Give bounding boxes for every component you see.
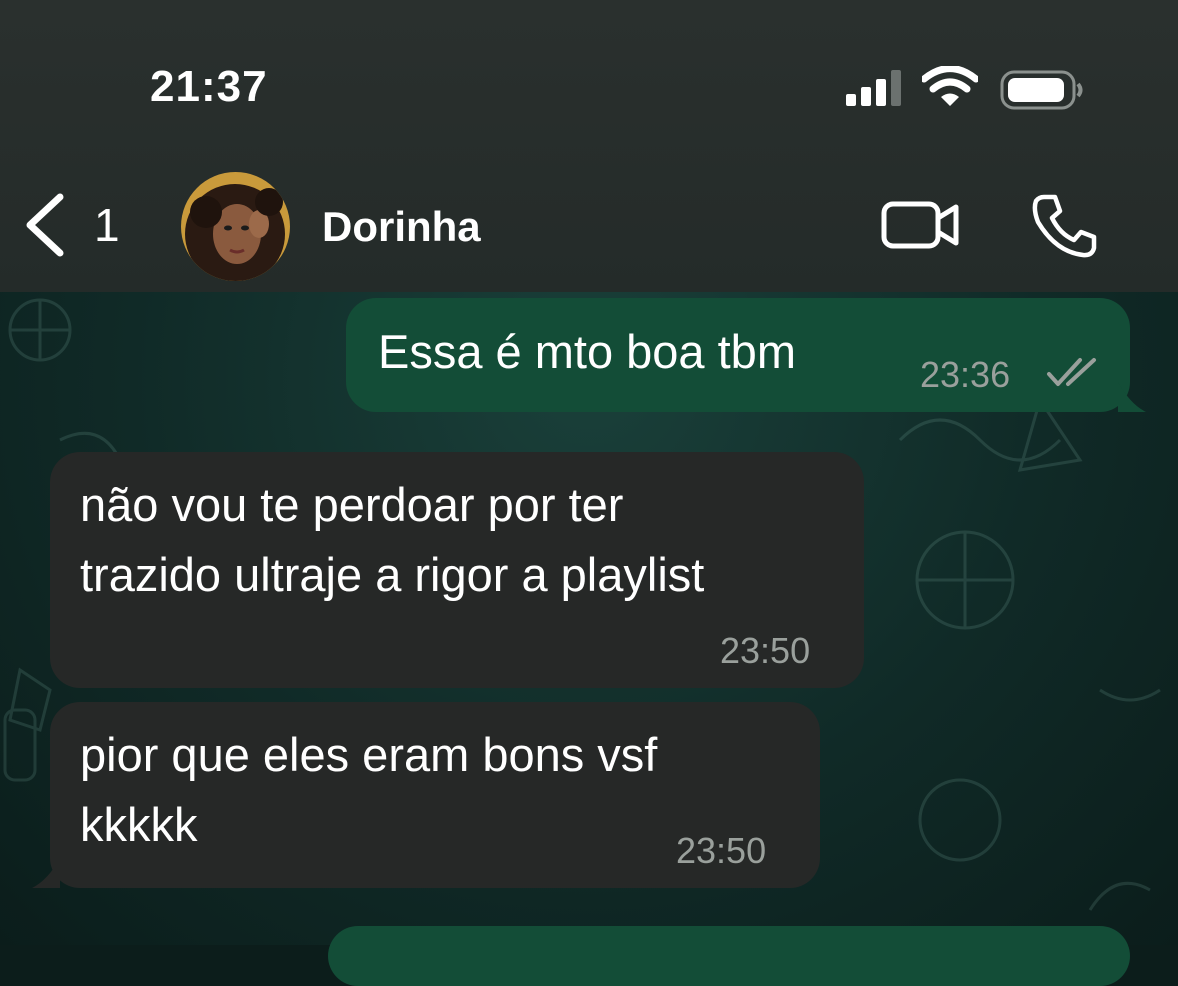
message-bubble-outgoing[interactable]: Essa é mto boa tbm 23:36	[346, 298, 1130, 412]
message-text: pior que eles eram bons vsf kkkkk	[80, 728, 658, 851]
chat-header: 21:37 1 Dorinha	[0, 0, 1178, 292]
back-button[interactable]: 1	[22, 192, 132, 258]
message-time: 23:36	[920, 354, 1011, 395]
message-bubble-incoming[interactable]: não vou te perdoar por ter trazido ultra…	[50, 452, 864, 688]
signal-icon	[846, 70, 901, 106]
contact-name[interactable]: Dorinha	[322, 203, 481, 251]
avatar-photo	[181, 172, 290, 281]
back-chevron-icon	[26, 193, 64, 257]
contact-avatar[interactable]	[181, 172, 290, 281]
read-receipt-icon	[1047, 358, 1096, 386]
status-time: 21:37	[150, 62, 268, 111]
message-bubble-incoming[interactable]: pior que eles eram bons vsf kkkkk 23:50	[50, 702, 820, 888]
phone-icon[interactable]	[1030, 192, 1098, 260]
message-text: Essa é mto boa tbm	[378, 325, 796, 378]
message-text: não vou te perdoar por ter trazido ultra…	[80, 478, 705, 601]
message-time: 23:50	[720, 630, 811, 671]
message-bubble-outgoing-partial[interactable]	[328, 926, 1130, 986]
bubble-tail-outgoing	[1118, 382, 1146, 412]
video-call-icon[interactable]	[880, 196, 962, 254]
wifi-icon	[922, 66, 978, 106]
battery-icon	[1000, 70, 1083, 110]
message-time: 23:50	[676, 830, 767, 871]
unread-count: 1	[94, 199, 120, 251]
bubble-tail-incoming	[32, 858, 60, 888]
